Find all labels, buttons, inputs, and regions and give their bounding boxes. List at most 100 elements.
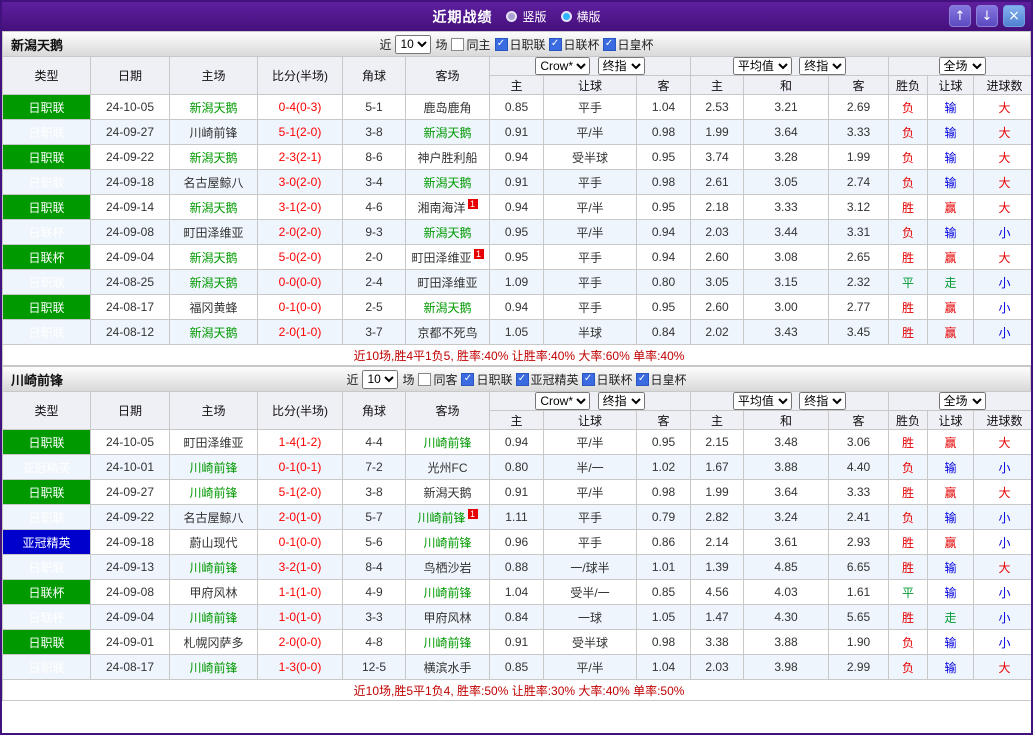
close-button[interactable]: × — [1003, 5, 1025, 27]
team-link[interactable]: 京都不死鸟 — [417, 326, 477, 340]
home-team-cell[interactable]: 川崎前锋 — [169, 554, 258, 580]
team-link[interactable]: 新潟天鹅 — [423, 226, 471, 240]
average-odds-select[interactable]: 平均值 — [732, 57, 792, 75]
away-team-cell[interactable]: 鹿岛鹿角 — [405, 94, 490, 120]
vertical-layout-radio[interactable]: 竖版 — [506, 8, 547, 25]
away-team-cell[interactable]: 湘南海洋 1 — [405, 194, 490, 220]
team-link[interactable]: 新潟天鹅 — [189, 326, 237, 340]
team-link[interactable]: 川崎前锋 — [423, 586, 471, 600]
home-team-cell[interactable]: 新潟天鹅 — [169, 144, 258, 170]
team-link[interactable]: 川崎前锋 — [423, 636, 471, 650]
away-team-cell[interactable]: 川崎前锋 — [405, 629, 490, 655]
home-team-cell[interactable]: 町田泽维亚 — [169, 429, 258, 455]
league-filter[interactable]: ✓ 亚冠精英 — [515, 371, 579, 388]
away-team-cell[interactable]: 新潟天鹅 — [405, 294, 490, 320]
team-link[interactable]: 神户胜利船 — [417, 151, 477, 165]
team-link[interactable]: 町田泽维亚 — [183, 436, 243, 450]
team-link[interactable]: 川崎前锋 — [423, 536, 471, 550]
home-team-cell[interactable]: 蔚山现代 — [169, 529, 258, 555]
team-link[interactable]: 名古屋鲸八 — [183, 511, 243, 525]
euro-final-odds-select[interactable]: 终指 — [799, 57, 847, 75]
team-link[interactable]: 札幌冈萨多 — [183, 636, 243, 650]
asian-final-odds-select[interactable]: 终指 — [597, 392, 645, 410]
home-team-cell[interactable]: 新潟天鹅 — [169, 194, 258, 220]
move-down-button[interactable]: ↓ — [976, 5, 998, 27]
team-link[interactable]: 新潟天鹅 — [189, 101, 237, 115]
away-team-cell[interactable]: 甲府风林 — [405, 604, 490, 630]
team-link[interactable]: 町田泽维亚 — [411, 251, 471, 265]
team-link[interactable]: 光州FC — [428, 461, 468, 475]
team-link[interactable]: 新潟天鹅 — [423, 486, 471, 500]
team-link[interactable]: 蔚山现代 — [189, 536, 237, 550]
away-team-cell[interactable]: 川崎前锋 — [405, 579, 490, 605]
home-team-cell[interactable]: 川崎前锋 — [169, 479, 258, 505]
league-filter[interactable]: ✓ 日职联 — [461, 371, 513, 388]
horizontal-layout-radio[interactable]: 横版 — [560, 8, 601, 25]
team-link[interactable]: 川崎前锋 — [189, 486, 237, 500]
bookmaker-select[interactable]: Crow* — [535, 392, 591, 410]
move-up-button[interactable]: ↑ — [949, 5, 971, 27]
average-odds-select[interactable]: 平均值 — [732, 392, 792, 410]
home-team-cell[interactable]: 川崎前锋 — [169, 604, 258, 630]
team-link[interactable]: 川崎前锋 — [417, 511, 465, 525]
team-link[interactable]: 川崎前锋 — [189, 661, 237, 675]
team-link[interactable]: 名古屋鲸八 — [183, 176, 243, 190]
home-team-cell[interactable]: 町田泽维亚 — [169, 219, 258, 245]
home-team-cell[interactable]: 新潟天鹅 — [169, 269, 258, 295]
home-team-cell[interactable]: 札幌冈萨多 — [169, 629, 258, 655]
away-team-cell[interactable]: 川崎前锋 — [405, 529, 490, 555]
team-link[interactable]: 鸟栖沙岩 — [423, 561, 471, 575]
fulltime-select[interactable]: 全场 — [938, 57, 986, 75]
home-team-cell[interactable]: 川崎前锋 — [169, 119, 258, 145]
team-link[interactable]: 甲府风林 — [189, 586, 237, 600]
team-link[interactable]: 町田泽维亚 — [417, 276, 477, 290]
home-team-cell[interactable]: 名古屋鲸八 — [169, 504, 258, 530]
home-team-cell[interactable]: 甲府风林 — [169, 579, 258, 605]
away-team-cell[interactable]: 川崎前锋 — [405, 429, 490, 455]
games-count-select[interactable]: 10 — [395, 34, 432, 54]
away-team-cell[interactable]: 神户胜利船 — [405, 144, 490, 170]
home-team-cell[interactable]: 新潟天鹅 — [169, 319, 258, 345]
team-link[interactable]: 川崎前锋 — [189, 126, 237, 140]
fulltime-select[interactable]: 全场 — [938, 392, 986, 410]
away-team-cell[interactable]: 光州FC — [405, 454, 490, 480]
home-team-cell[interactable]: 新潟天鹅 — [169, 94, 258, 120]
home-team-cell[interactable]: 川崎前锋 — [169, 654, 258, 680]
league-filter[interactable]: ✓ 日联杯 — [581, 371, 633, 388]
home-team-cell[interactable]: 福冈黄蜂 — [169, 294, 258, 320]
same-venue-filter[interactable]: 同主 — [451, 36, 491, 53]
team-link[interactable]: 新潟天鹅 — [189, 251, 237, 265]
away-team-cell[interactable]: 鸟栖沙岩 — [405, 554, 490, 580]
asian-final-odds-select[interactable]: 终指 — [597, 57, 645, 75]
team-link[interactable]: 新潟天鹅 — [423, 301, 471, 315]
team-link[interactable]: 新潟天鹅 — [189, 151, 237, 165]
league-filter[interactable]: ✓ 日皇杯 — [602, 36, 654, 53]
team-link[interactable]: 町田泽维亚 — [183, 226, 243, 240]
bookmaker-select[interactable]: Crow* — [535, 57, 591, 75]
home-team-cell[interactable]: 新潟天鹅 — [169, 244, 258, 270]
home-team-cell[interactable]: 名古屋鲸八 — [169, 169, 258, 195]
team-link[interactable]: 福冈黄蜂 — [189, 301, 237, 315]
euro-final-odds-select[interactable]: 终指 — [799, 392, 847, 410]
away-team-cell[interactable]: 新潟天鹅 — [405, 119, 490, 145]
away-team-cell[interactable]: 川崎前锋 1 — [405, 504, 490, 530]
away-team-cell[interactable]: 町田泽维亚 1 — [405, 244, 490, 270]
away-team-cell[interactable]: 京都不死鸟 — [405, 319, 490, 345]
team-link[interactable]: 新潟天鹅 — [189, 201, 237, 215]
team-link[interactable]: 鹿岛鹿角 — [423, 101, 471, 115]
team-link[interactable]: 横滨水手 — [423, 661, 471, 675]
league-filter[interactable]: ✓ 日职联 — [494, 36, 546, 53]
away-team-cell[interactable]: 新潟天鹅 — [405, 169, 490, 195]
team-link[interactable]: 湘南海洋 — [417, 201, 465, 215]
away-team-cell[interactable]: 町田泽维亚 — [405, 269, 490, 295]
away-team-cell[interactable]: 新潟天鹅 — [405, 479, 490, 505]
team-link[interactable]: 川崎前锋 — [189, 461, 237, 475]
away-team-cell[interactable]: 横滨水手 — [405, 654, 490, 680]
home-team-cell[interactable]: 川崎前锋 — [169, 454, 258, 480]
league-filter[interactable]: ✓ 日联杯 — [548, 36, 600, 53]
team-link[interactable]: 新潟天鹅 — [189, 276, 237, 290]
same-venue-filter[interactable]: 同客 — [418, 371, 457, 388]
games-count-select[interactable]: 10 — [362, 369, 399, 389]
away-team-cell[interactable]: 新潟天鹅 — [405, 219, 490, 245]
team-link[interactable]: 川崎前锋 — [423, 436, 471, 450]
